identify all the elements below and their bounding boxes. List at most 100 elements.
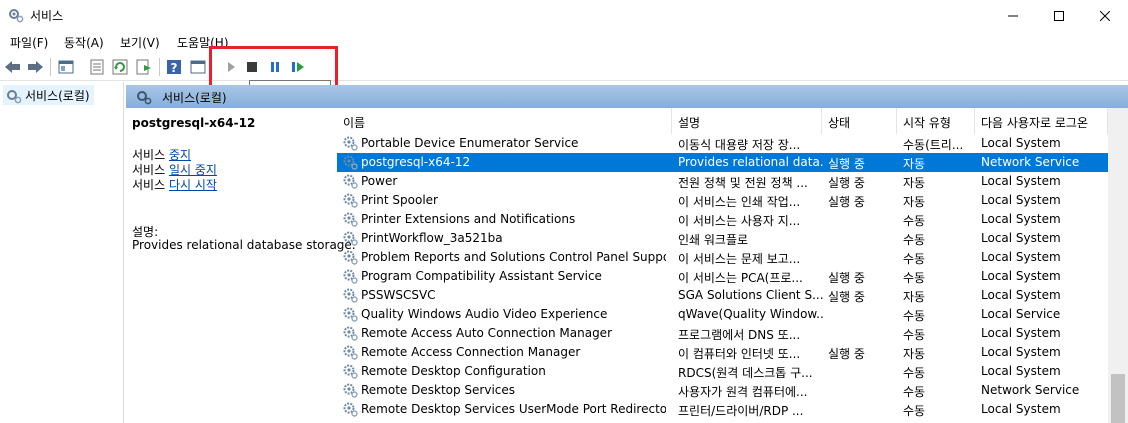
- table-row[interactable]: Remote Desktop Services UserMode Port Re…: [337, 400, 1108, 419]
- console-button[interactable]: [189, 58, 207, 76]
- cell-status: 실행 중: [828, 347, 865, 361]
- svg-text:?: ?: [171, 61, 178, 75]
- cell-status: 실행 중: [828, 176, 865, 190]
- cell-startup-type: 수동: [903, 252, 926, 266]
- table-row[interactable]: Printer Extensions and Notifications 이 서비…: [337, 210, 1108, 229]
- cell-name: Printer Extensions and Notifications: [361, 212, 576, 226]
- cell-description: 사용자가 원격 컴퓨터에...: [678, 385, 808, 399]
- column-header-description[interactable]: 설명: [672, 108, 822, 134]
- window-title: 서비스: [30, 9, 64, 23]
- cell-startup-type: 자동: [903, 290, 926, 304]
- cell-name: PSSWSCSVC: [361, 288, 436, 302]
- table-row[interactable]: Remote Access Auto Connection Manager 프로그…: [337, 324, 1108, 343]
- pause-service-link[interactable]: 일시 중지: [169, 163, 217, 177]
- forward-button[interactable]: [26, 58, 44, 76]
- service-gear-icon: [343, 383, 358, 398]
- tree-item-label: 서비스(로컬): [25, 89, 90, 103]
- cell-status: 실행 중: [828, 271, 865, 285]
- table-row[interactable]: Quality Windows Audio Video Experience qW…: [337, 305, 1108, 324]
- cell-name: Problem Reports and Solutions Control Pa…: [361, 250, 666, 264]
- action-prefix: 서비스: [132, 148, 169, 162]
- help-icon: ?: [167, 60, 181, 75]
- table-row[interactable]: Problem Reports and Solutions Control Pa…: [337, 248, 1108, 267]
- refresh-icon: [112, 59, 128, 75]
- cell-log-on-as: Local System: [981, 364, 1061, 378]
- menu-action[interactable]: 동작(A): [64, 34, 104, 51]
- table-row[interactable]: Remote Desktop Services 사용자가 원격 컴퓨터에... 수동…: [337, 381, 1108, 400]
- menu-file[interactable]: 파일(F): [10, 34, 48, 51]
- cell-log-on-as: Local System: [981, 136, 1061, 150]
- cell-startup-type: 수동: [903, 328, 926, 342]
- cell-description: 프로그램에서 DNS 또...: [678, 328, 801, 342]
- action-stop: 서비스 중지: [132, 148, 217, 163]
- toolbar-separator: [159, 58, 160, 76]
- column-header-status[interactable]: 상태: [822, 108, 897, 134]
- column-header-log-on-as[interactable]: 다음 사용자로 로그온: [975, 108, 1108, 134]
- help-button[interactable]: ?: [165, 58, 183, 76]
- column-label: 다음 사용자로 로그온: [981, 116, 1088, 130]
- cell-log-on-as: Local System: [981, 326, 1061, 340]
- scrollbar-thumb[interactable]: [1111, 374, 1125, 423]
- service-gear-icon: [343, 326, 358, 341]
- console-tree-icon: [58, 60, 74, 74]
- cell-startup-type: 수동: [903, 385, 926, 399]
- table-row[interactable]: Program Compatibility Assistant Service 이…: [337, 267, 1108, 286]
- column-label: 설명: [678, 116, 701, 130]
- cell-description: 전원 정책 및 전원 정책 ...: [678, 176, 808, 190]
- service-gear-icon: [343, 345, 358, 360]
- back-arrow-icon: [5, 61, 20, 73]
- tree-item-services-local[interactable]: 서비스(로컬): [3, 85, 94, 105]
- cell-log-on-as: Local System: [981, 193, 1061, 207]
- table-row[interactable]: Remote Access Connection Manager 이 컴퓨터와 인…: [337, 343, 1108, 362]
- cell-startup-type: 수동: [903, 366, 926, 380]
- cell-log-on-as: Local System: [981, 231, 1061, 245]
- cell-log-on-as: Local System: [981, 345, 1061, 359]
- cell-description: 이 컴퓨터와 인터넷 또...: [678, 347, 801, 361]
- restart-service-link[interactable]: 다시 시작: [169, 178, 217, 192]
- cell-startup-type: 수동: [903, 233, 926, 247]
- console-tree-button[interactable]: [57, 58, 75, 76]
- service-gear-icon: [343, 193, 358, 208]
- cell-startup-type: 자동: [903, 176, 926, 190]
- cell-name: Print Spooler: [361, 193, 438, 207]
- panel-header-label: 서비스(로컬): [162, 91, 227, 105]
- column-label: 이름: [343, 116, 366, 130]
- column-header-startup-type[interactable]: 시작 유형: [897, 108, 975, 134]
- cell-name: Portable Device Enumerator Service: [361, 136, 579, 150]
- menu-view[interactable]: 보기(V): [120, 34, 160, 51]
- cell-log-on-as: Network Service: [981, 383, 1080, 397]
- table-row[interactable]: postgresql-x64-12 Provides relational dat…: [337, 153, 1108, 172]
- table-row[interactable]: Remote Desktop Configuration RDCS(원격 데스크톱…: [337, 362, 1108, 381]
- cell-log-on-as: Local System: [981, 174, 1061, 188]
- table-row[interactable]: Print Spooler 이 서비스는 인쇄 작업... 실행 중 자동 Local …: [337, 191, 1108, 210]
- cell-log-on-as: Local Service: [981, 307, 1061, 321]
- vertical-scrollbar[interactable]: [1108, 108, 1128, 423]
- action-pause: 서비스 일시 중지: [132, 163, 217, 178]
- table-row[interactable]: Portable Device Enumerator Service 이동식 대용…: [337, 134, 1108, 153]
- cell-log-on-as: Local System: [981, 250, 1061, 264]
- maximize-icon: [1054, 10, 1064, 21]
- properties-button[interactable]: [88, 58, 106, 76]
- cell-description: Provides relational data...: [678, 155, 824, 169]
- console-tree: 서비스(로컬): [0, 82, 124, 423]
- cell-name: Remote Desktop Services UserMode Port Re…: [361, 402, 666, 416]
- table-row[interactable]: PrintWorkflow_3a521ba 인쇄 워크플로 수동 Local Syst…: [337, 229, 1108, 248]
- service-gear-icon: [343, 307, 358, 322]
- stop-service-link[interactable]: 중지: [169, 148, 191, 162]
- table-row[interactable]: PSSWSCSVC SGA Solutions Client S... 실행 중 자동…: [337, 286, 1108, 305]
- cell-name: Quality Windows Audio Video Experience: [361, 307, 608, 321]
- cell-log-on-as: Local System: [981, 402, 1061, 416]
- cell-status: 실행 중: [828, 195, 865, 209]
- close-button[interactable]: [1082, 0, 1128, 31]
- export-button[interactable]: [135, 58, 153, 76]
- cell-status: 실행 중: [828, 290, 865, 304]
- cell-log-on-as: Local System: [981, 212, 1061, 226]
- table-row[interactable]: Power 전원 정책 및 전원 정책 ... 실행 중 자동 Local System: [337, 172, 1108, 191]
- back-button[interactable]: [4, 58, 22, 76]
- cell-startup-type: 수동: [903, 214, 926, 228]
- refresh-button[interactable]: [111, 58, 129, 76]
- menu-bar: 파일(F) 동작(A) 보기(V) 도움말(H): [0, 31, 1128, 53]
- column-header-name[interactable]: ^ 이름: [337, 108, 672, 134]
- minimize-button[interactable]: [990, 0, 1036, 31]
- maximize-button[interactable]: [1036, 0, 1082, 31]
